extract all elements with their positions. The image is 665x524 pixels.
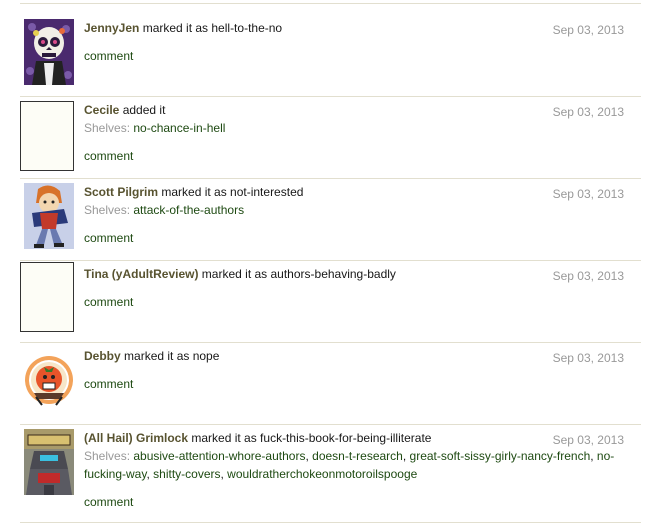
feed-item: Cecile added it Shelves: no-chance-in-he… bbox=[20, 97, 641, 179]
activity-text: marked it as hell-to-the-no bbox=[139, 21, 283, 35]
comment-link[interactable]: comment bbox=[84, 229, 133, 247]
activity-line: (All Hail) Grimlock marked it as fuck-th… bbox=[84, 429, 431, 447]
shelf-link[interactable]: abusive-attention-whore-authors bbox=[133, 449, 305, 463]
user-link[interactable]: JennyJen bbox=[84, 21, 139, 35]
shelves-line: Shelves: attack-of-the-authors bbox=[84, 201, 244, 219]
comment-link[interactable]: comment bbox=[84, 493, 133, 511]
avatar[interactable] bbox=[24, 347, 74, 413]
shelf-link[interactable]: attack-of-the-authors bbox=[133, 203, 244, 217]
shelves-line-continued: fucking-way, shitty-covers, wouldratherc… bbox=[84, 467, 418, 481]
shelf-link[interactable]: shitty-covers bbox=[153, 467, 220, 481]
feed-item: (All Hail) Grimlock marked it as fuck-th… bbox=[20, 425, 641, 523]
user-link[interactable]: Tina (yAdultReview) bbox=[84, 267, 198, 281]
shelves-label: Shelves: bbox=[84, 121, 134, 135]
activity-line: Tina (yAdultReview) marked it as authors… bbox=[84, 265, 396, 283]
shelf-link[interactable]: no- bbox=[597, 449, 614, 463]
activity-text: added it bbox=[119, 103, 166, 117]
activity-date[interactable]: Sep 03, 2013 bbox=[553, 103, 624, 121]
shelf-link[interactable]: great-soft-sissy-girly-nancy-french bbox=[410, 449, 591, 463]
activity-line: Cecile added it bbox=[84, 101, 165, 119]
feed-item: Scott Pilgrim marked it as not-intereste… bbox=[20, 179, 641, 261]
tomato-badge-avatar-icon bbox=[24, 347, 74, 413]
activity-text: marked it as authors-behaving-badly bbox=[198, 267, 396, 281]
activity-line: JennyJen marked it as hell-to-the-no bbox=[84, 19, 282, 37]
feed-top-border bbox=[20, 3, 641, 4]
user-link[interactable]: Cecile bbox=[84, 103, 119, 117]
activity-date[interactable]: Sep 03, 2013 bbox=[553, 21, 624, 39]
activity-text: marked it as not-interested bbox=[158, 185, 304, 199]
avatar[interactable] bbox=[24, 183, 74, 249]
avatar[interactable] bbox=[24, 19, 74, 85]
activity-line: Debby marked it as nope bbox=[84, 347, 219, 365]
avatar[interactable] bbox=[20, 101, 74, 171]
feed-item: Debby marked it as nope comment Sep 03, … bbox=[20, 343, 641, 425]
user-link[interactable]: Debby bbox=[84, 349, 121, 363]
avatar[interactable] bbox=[20, 262, 74, 332]
activity-date[interactable]: Sep 03, 2013 bbox=[553, 185, 624, 203]
avatar[interactable] bbox=[24, 429, 74, 495]
user-link[interactable]: Scott Pilgrim bbox=[84, 185, 158, 199]
shelf-link[interactable]: fucking-way bbox=[84, 467, 146, 481]
activity-date[interactable]: Sep 03, 2013 bbox=[553, 431, 624, 449]
robot-avatar-icon bbox=[24, 429, 74, 495]
comment-link[interactable]: comment bbox=[84, 293, 133, 311]
cartoon-avatar-icon bbox=[24, 183, 74, 249]
shelf-link[interactable]: wouldratherchokeonmotoroilspooge bbox=[227, 467, 417, 481]
comment-link[interactable]: comment bbox=[84, 375, 133, 393]
feed-item: Tina (yAdultReview) marked it as authors… bbox=[20, 261, 641, 343]
activity-date[interactable]: Sep 03, 2013 bbox=[553, 267, 624, 285]
feed-item: JennyJen marked it as hell-to-the-no com… bbox=[20, 16, 641, 97]
shelves-line: Shelves: abusive-attention-whore-authors… bbox=[84, 449, 615, 463]
shelves-label: Shelves: bbox=[84, 203, 134, 217]
shelves-line: Shelves: no-chance-in-hell bbox=[84, 119, 225, 137]
skull-avatar-icon bbox=[24, 19, 74, 85]
activity-text: marked it as fuck-this-book-for-being-il… bbox=[188, 431, 432, 445]
shelf-link[interactable]: no-chance-in-hell bbox=[133, 121, 225, 135]
activity-text: marked it as nope bbox=[120, 349, 220, 363]
shelf-link[interactable]: doesn-t-research bbox=[312, 449, 403, 463]
activity-line: Scott Pilgrim marked it as not-intereste… bbox=[84, 183, 303, 201]
comment-link[interactable]: comment bbox=[84, 147, 133, 165]
comment-link[interactable]: comment bbox=[84, 47, 133, 65]
shelves-label: Shelves: bbox=[84, 449, 134, 463]
activity-date[interactable]: Sep 03, 2013 bbox=[553, 349, 624, 367]
user-link[interactable]: (All Hail) Grimlock bbox=[84, 431, 188, 445]
